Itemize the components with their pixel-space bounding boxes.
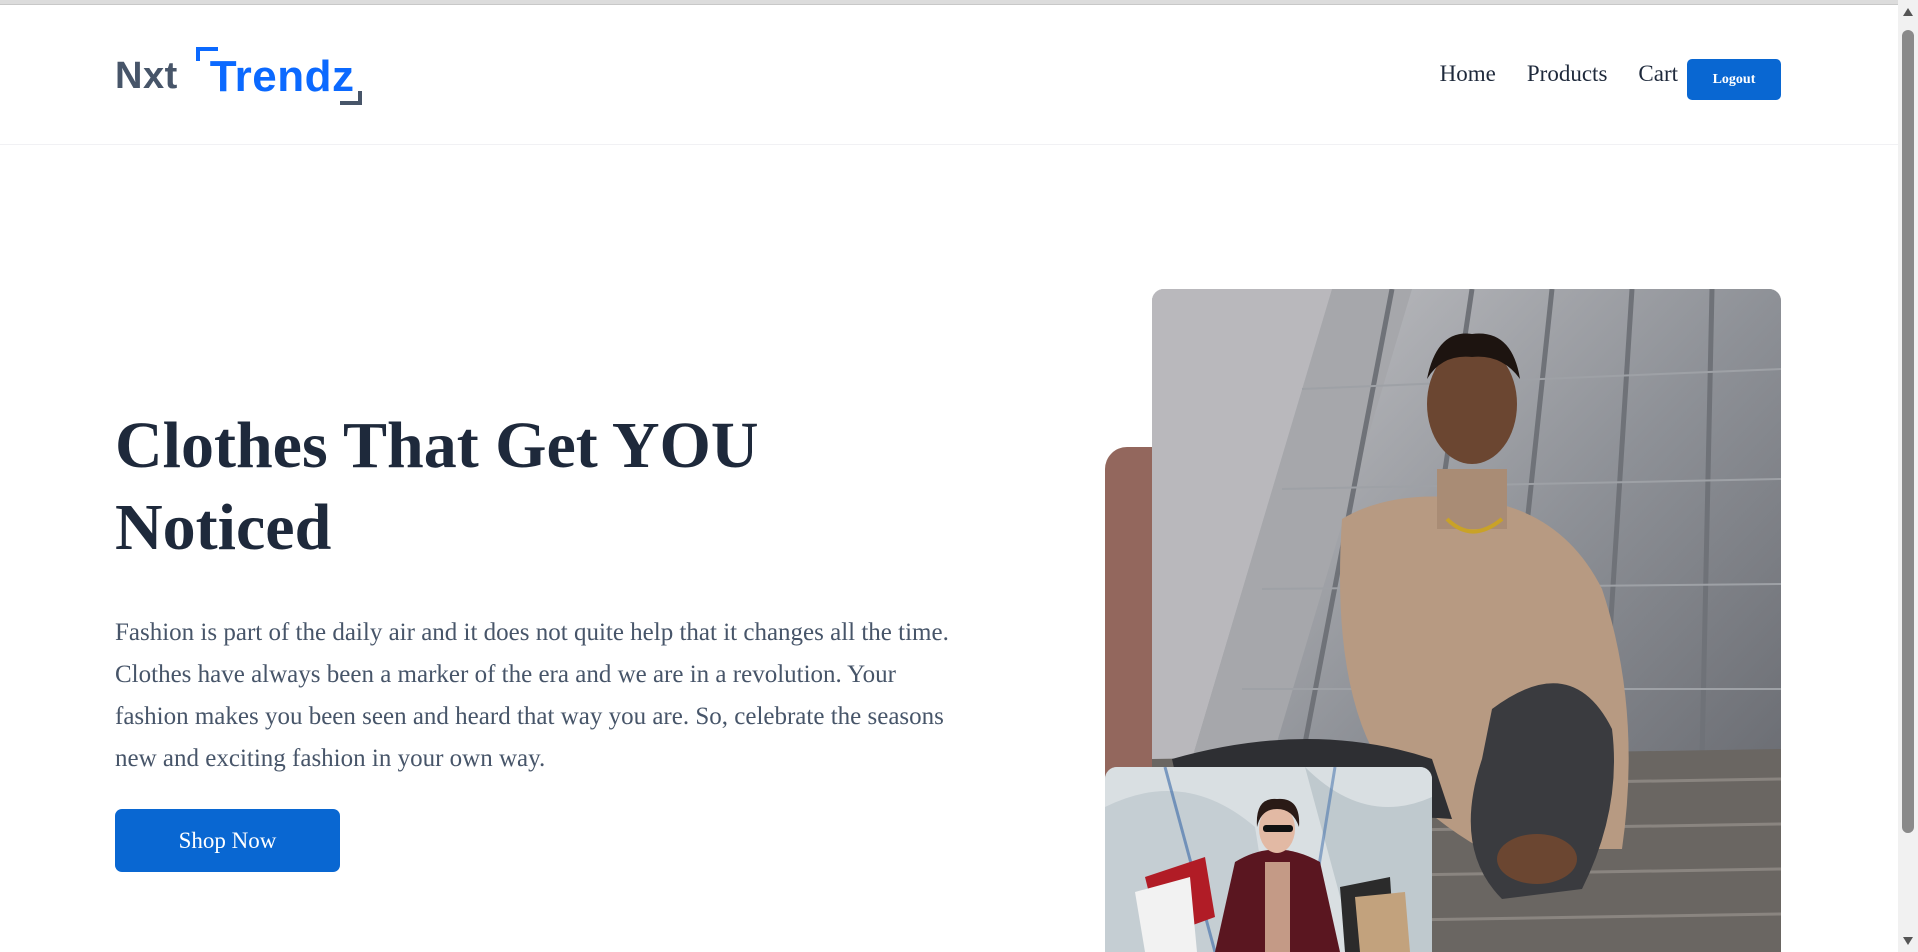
nav-link-home[interactable]: Home <box>1440 61 1496 87</box>
hero-secondary-image-art <box>1105 767 1432 952</box>
nav-link-cart[interactable]: Cart <box>1638 61 1678 87</box>
website-logo[interactable]: Nxt Trendz <box>115 43 362 113</box>
triangle-down-icon[interactable] <box>1903 937 1913 945</box>
nav-link-products[interactable]: Products <box>1527 61 1608 87</box>
nav-links: Home Products Cart <box>1440 61 1678 87</box>
logo-text-trendz: Trendz <box>209 52 355 101</box>
scrollbar-thumb[interactable] <box>1902 30 1914 833</box>
logo-text-nxt: Nxt <box>115 55 178 97</box>
hero-secondary-image <box>1105 767 1432 952</box>
hero-heading-line-2: Noticed <box>115 491 332 564</box>
logo-trendz-wrap: Trendz <box>195 43 362 105</box>
triangle-up-icon[interactable] <box>1903 8 1913 16</box>
hero-heading-line-1: Clothes That Get YOU <box>115 409 759 482</box>
logo-bracket-bottom-right <box>339 91 362 105</box>
navbar: Nxt Trendz Home Products Cart Logout <box>0 5 1898 145</box>
hero-description: Fashion is part of the daily air and it … <box>115 619 949 772</box>
shop-now-button[interactable]: Shop Now <box>115 809 340 872</box>
logout-button[interactable]: Logout <box>1687 59 1781 100</box>
hero-heading: Clothes That Get YOU Noticed <box>115 405 915 569</box>
